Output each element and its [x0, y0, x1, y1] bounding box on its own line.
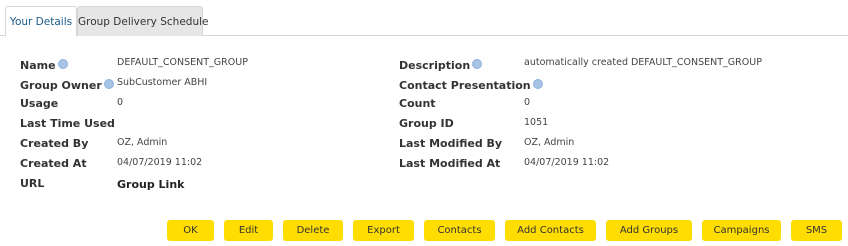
contact-presentation-row: Contact Presentation — [399, 76, 543, 92]
last-modified-by-value: OZ, Admin — [524, 137, 575, 148]
usage-label: Usage — [20, 97, 59, 110]
last-modified-by-label: Last Modified By — [399, 137, 503, 150]
export-button[interactable]: Export — [353, 220, 414, 241]
name-label: Name — [20, 59, 56, 72]
info-icon[interactable] — [103, 78, 114, 89]
description-value: automatically created DEFAULT_CONSENT_GR… — [524, 57, 762, 68]
last-time-used-label: Last Time Used — [20, 117, 115, 130]
description-label: Description — [399, 59, 471, 72]
group-id-label: Group ID — [399, 117, 454, 130]
info-icon[interactable] — [532, 78, 543, 89]
group-link[interactable]: Group Link — [117, 177, 184, 193]
tab-bar: Your Details Group Delivery Schedule — [0, 0, 848, 37]
contacts-button[interactable]: Contacts — [424, 220, 495, 241]
usage-value: 0 — [117, 97, 124, 108]
contact-presentation-label: Contact Presentation — [399, 79, 531, 92]
group-owner-label: Group Owner — [20, 79, 102, 92]
created-by-label: Created By — [20, 137, 89, 150]
name-value: DEFAULT_CONSENT_GROUP — [117, 57, 248, 68]
created-by-value: OZ, Admin — [117, 137, 168, 148]
delete-button[interactable]: Delete — [283, 220, 343, 241]
created-at-label: Created At — [20, 157, 87, 170]
info-icon[interactable] — [57, 58, 68, 69]
tab-your-details[interactable]: Your Details — [5, 6, 77, 37]
add-contacts-button[interactable]: Add Contacts — [505, 220, 596, 241]
add-groups-button[interactable]: Add Groups — [606, 220, 692, 241]
campaigns-button[interactable]: Campaigns — [702, 220, 781, 241]
sms-button[interactable]: SMS — [791, 220, 842, 241]
url-label: URL — [20, 177, 45, 190]
group-owner-row: Group Owner — [20, 76, 114, 92]
count-value: 0 — [524, 97, 531, 108]
last-modified-at-label: Last Modified At — [399, 157, 501, 170]
description-row: Description — [399, 56, 483, 72]
edit-button[interactable]: Edit — [224, 220, 273, 241]
tab-group-delivery-schedule[interactable]: Group Delivery Schedule — [77, 6, 208, 36]
group-id-value: 1051 — [524, 117, 549, 128]
name-row: Name — [20, 56, 68, 72]
group-owner-value: SubCustomer ABHI — [117, 77, 208, 88]
created-at-value: 04/07/2019 11:02 — [117, 157, 203, 168]
info-icon[interactable] — [472, 58, 483, 69]
ok-button[interactable]: OK — [167, 220, 214, 241]
last-modified-at-value: 04/07/2019 11:02 — [524, 157, 610, 168]
count-label: Count — [399, 97, 436, 110]
